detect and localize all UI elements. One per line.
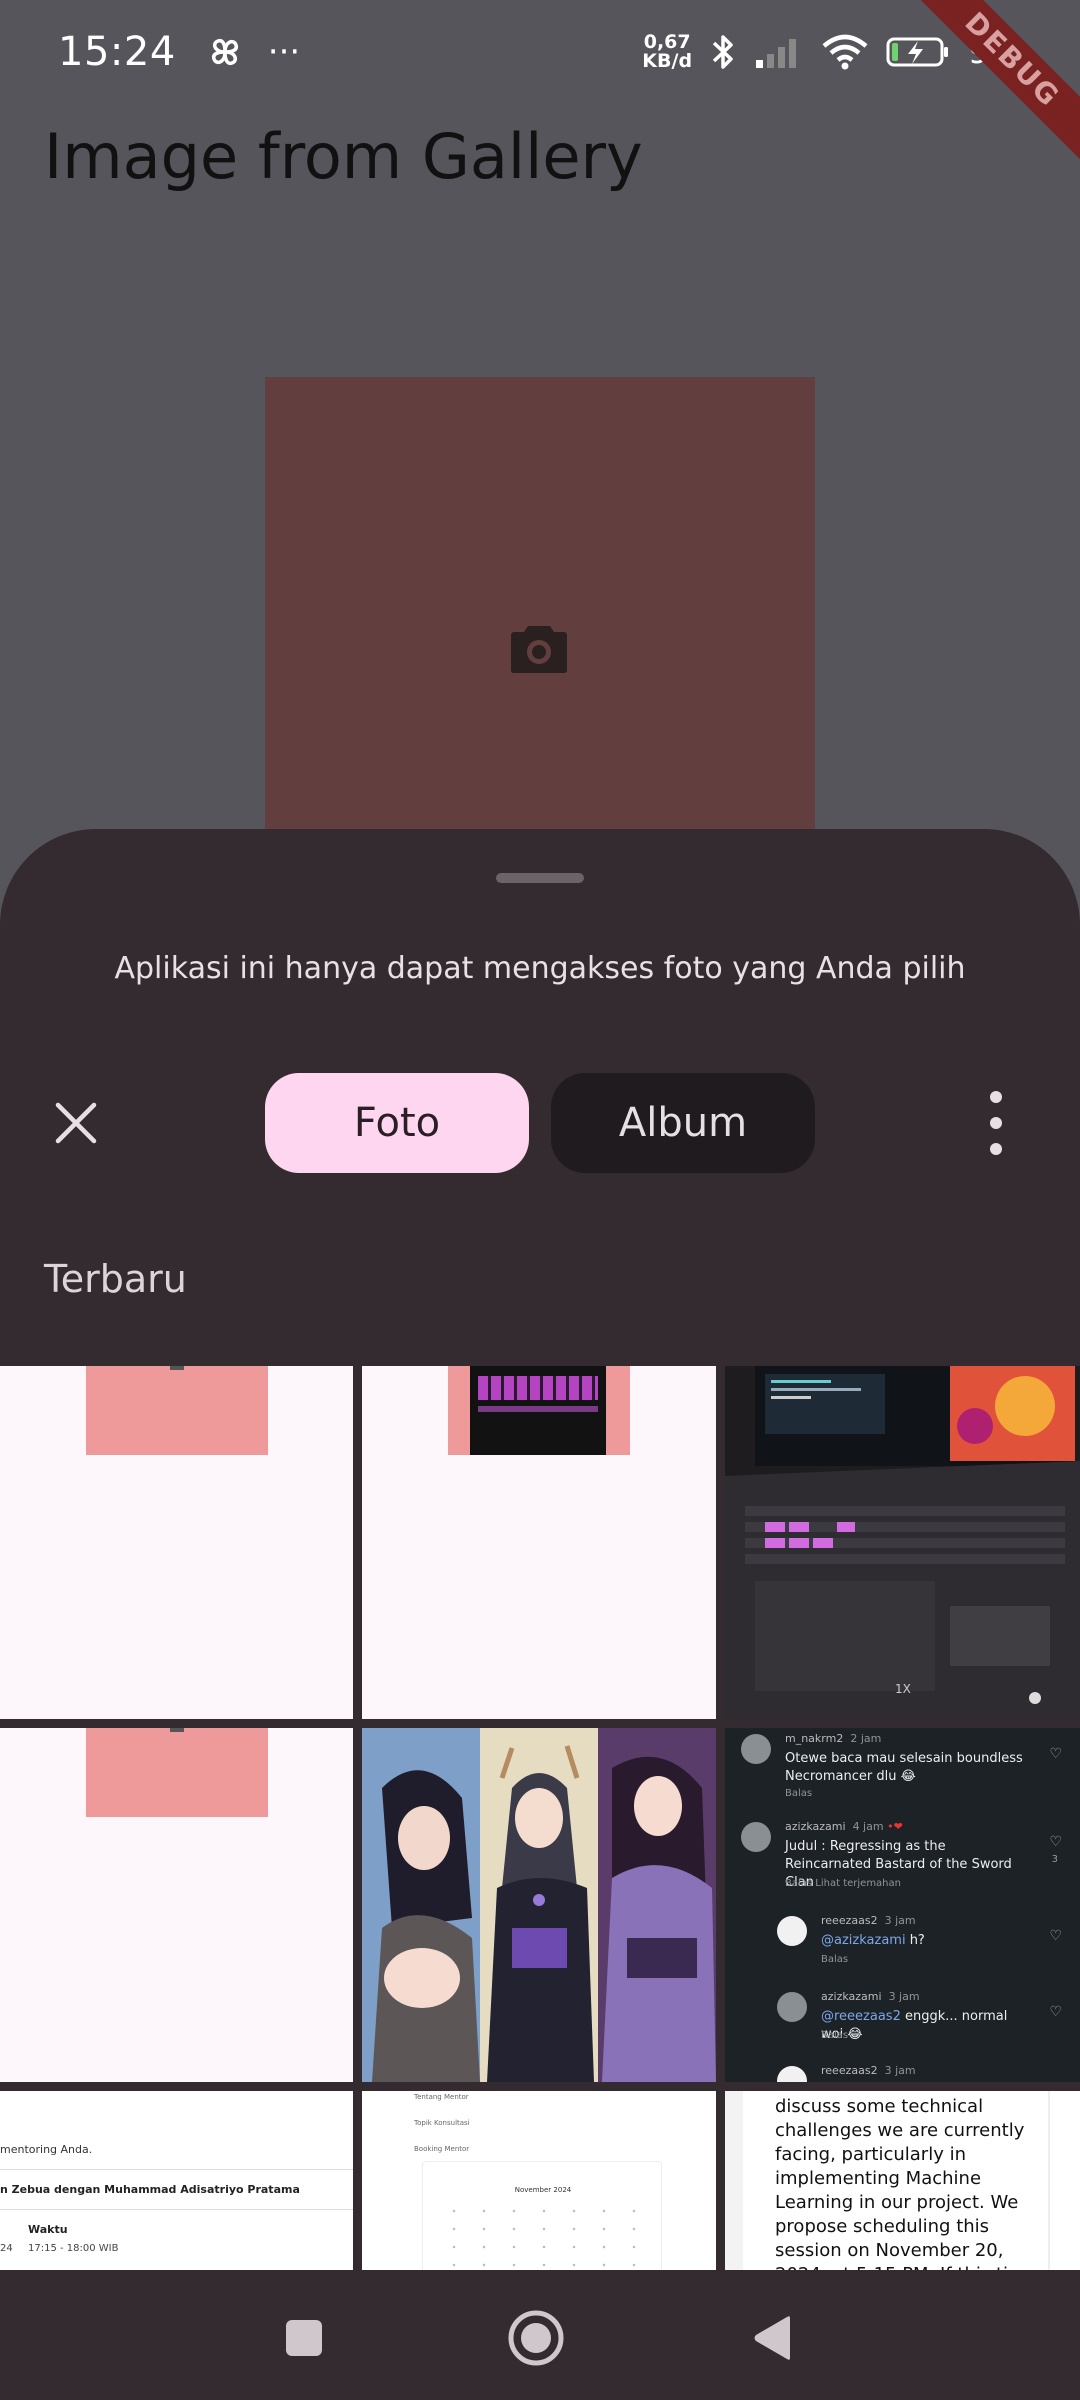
comment-item: reeezaas2 3 jam @azizkazami h? Balas ♡ xyxy=(777,1914,1062,1974)
photo-thumbnail[interactable] xyxy=(362,1728,716,2082)
navigation-bar xyxy=(0,2270,1080,2400)
thumbnail-content xyxy=(448,1366,630,1455)
close-button[interactable] xyxy=(46,1093,106,1153)
more-notifications-icon: ··· xyxy=(267,32,301,72)
comment-user: reeezaas2 3 jam xyxy=(821,2064,916,2077)
photo-zoom-label: 1X xyxy=(895,1682,911,1696)
comment-text: Otewe baca mau selesain boundless Necrom… xyxy=(785,1751,1023,1784)
comment-user: azizkazami 3 jam xyxy=(821,1990,920,2003)
comment-user: reeezaas2 3 jam xyxy=(821,1914,916,1927)
heart-icon: ♡ xyxy=(1049,1834,1062,1850)
avatar xyxy=(777,1916,807,1946)
avatar xyxy=(741,1734,771,1764)
back-button[interactable] xyxy=(742,2308,802,2368)
photo-thumbnail[interactable] xyxy=(0,1366,353,1719)
thumbnail-content xyxy=(86,1728,268,1817)
image-placeholder[interactable] xyxy=(265,377,815,837)
network-speed-unit: KB/d xyxy=(642,50,693,72)
photo-thumbnail[interactable]: m_nakrm2 2 jam Otewe baca mau selesain b… xyxy=(725,1728,1080,2082)
heart-icon: ♡ xyxy=(1049,1746,1062,1762)
recents-button[interactable] xyxy=(274,2308,334,2368)
comment-item: m_nakrm2 2 jam Otewe baca mau selesain b… xyxy=(741,1732,1062,1804)
drag-handle[interactable] xyxy=(496,873,584,883)
access-notice: Aplikasi ini hanya dapat mengakses foto … xyxy=(114,951,966,986)
doc-field: Topik Konsultasi xyxy=(414,2119,470,2127)
photo-thumbnail[interactable]: Tentang Mentor Topik Konsultasi Booking … xyxy=(362,2091,716,2291)
doc-col-label: Waktu xyxy=(28,2223,68,2236)
anime-artwork xyxy=(362,1728,716,2082)
doc-field: Tentang Mentor xyxy=(414,2093,469,2101)
battery-charging-icon xyxy=(886,37,949,67)
comment-user: azizkazami 4 jam •❤ xyxy=(785,1820,903,1833)
comment-item: azizkazami 3 jam @reeezaas2 enggk... nor… xyxy=(777,1990,1062,2050)
back-icon xyxy=(754,2316,790,2360)
comment-meta: Balas xyxy=(821,1954,849,1965)
pinwheel-icon xyxy=(211,38,238,66)
camera-icon xyxy=(511,626,567,673)
comment-item: reeezaas2 3 jam xyxy=(777,2064,1062,2082)
doc-time: 17:15 - 18:00 WIB xyxy=(28,2243,119,2254)
heart-icon: ♡ xyxy=(1049,1928,1062,1944)
network-speed: 0,67 KB/d xyxy=(642,33,692,71)
comment-user: m_nakrm2 2 jam xyxy=(785,1732,882,1745)
doc-date: 24 xyxy=(0,2243,13,2254)
avatar xyxy=(741,1822,771,1852)
comment-meta: Balas Lihat terjemahan xyxy=(785,1878,901,1889)
comment-item: azizkazami 4 jam •❤ Judul : Regressing a… xyxy=(741,1820,1062,1900)
comment-text: @azizkazami h? xyxy=(821,1933,925,1948)
photo-thumbnail[interactable] xyxy=(0,1728,353,2082)
photo-thumbnail[interactable]: mentoring Anda. n Zebua dengan Muhammad … xyxy=(0,2091,353,2291)
page-title: Image from Gallery xyxy=(44,120,643,193)
photo-thumbnail[interactable]: 1X xyxy=(725,1366,1080,1719)
photo-thumbnail[interactable]: discuss some technical challenges we are… xyxy=(725,2091,1080,2291)
doc-line: mentoring Anda. xyxy=(0,2143,93,2156)
avatar xyxy=(777,1992,807,2022)
status-time: 15:24 xyxy=(58,29,176,75)
wifi-icon xyxy=(822,34,868,70)
doc-line: n Zebua dengan Muhammad Adisatriyo Prata… xyxy=(0,2183,300,2196)
avatar xyxy=(777,2066,807,2082)
laptop-photo xyxy=(725,1366,1080,1719)
signal-icon xyxy=(756,39,797,68)
more-options-icon[interactable] xyxy=(990,1091,1002,1155)
doc-field: Booking Mentor xyxy=(414,2145,470,2153)
tab-foto[interactable]: Foto xyxy=(265,1073,529,1173)
photo-thumbnail[interactable] xyxy=(362,1366,716,1719)
comment-meta: Balas xyxy=(821,2030,849,2041)
recents-icon xyxy=(286,2320,322,2356)
status-bar: 15:24 ··· 0,67 KB/d DEBUG xyxy=(0,0,1080,168)
home-button[interactable] xyxy=(506,2308,566,2368)
close-icon xyxy=(55,1102,97,1144)
section-recent-label: Terbaru xyxy=(44,1257,187,1301)
calendar-month: November 2024 xyxy=(514,2186,572,2194)
tab-album[interactable]: Album xyxy=(551,1073,815,1173)
photo-picker-sheet: Aplikasi ini hanya dapat mengakses foto … xyxy=(0,829,1080,2400)
home-icon xyxy=(508,2310,564,2366)
bluetooth-icon xyxy=(712,35,733,69)
status-left-icons: ··· xyxy=(206,32,300,72)
heart-icon: ♡ xyxy=(1049,2004,1062,2020)
email-text: discuss some technical challenges we are… xyxy=(775,2096,1037,2291)
thumbnail-content xyxy=(86,1366,268,1455)
comment-text: @reeezaas2 enggk... normal woi 😂 xyxy=(821,2009,1008,2042)
like-count: 3 xyxy=(1051,1854,1058,1865)
comment-meta: Balas xyxy=(785,1788,813,1799)
